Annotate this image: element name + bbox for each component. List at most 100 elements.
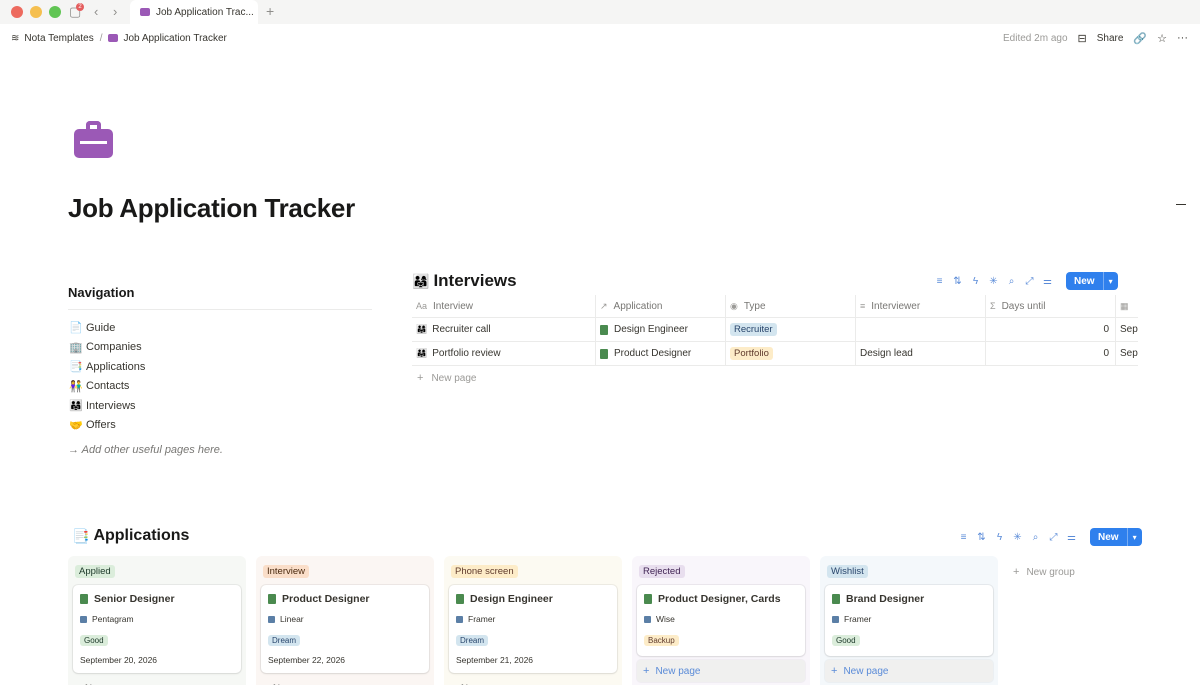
board-card[interactable]: Senior Designer Pentagram Good September… <box>73 585 241 673</box>
interview-cell[interactable]: 👨‍👩‍👧 Recruiter call <box>412 318 596 341</box>
settings-icon[interactable]: ⚌ <box>1067 532 1076 543</box>
column-header-date[interactable]: ▦ <box>1116 295 1138 317</box>
type-cell[interactable]: Portfolio <box>726 342 856 365</box>
priority-tag: Good <box>80 635 108 646</box>
zoom-window-button[interactable] <box>49 6 61 18</box>
table-of-contents-icon[interactable] <box>1176 204 1186 205</box>
new-interview-button[interactable]: New ▾ <box>1066 272 1118 290</box>
days-until-cell[interactable]: 0 <box>986 342 1116 365</box>
search-icon[interactable]: ⌕ <box>1031 532 1040 543</box>
column-header-days-until[interactable]: Σ Days until <box>986 295 1116 317</box>
star-icon[interactable]: ☆ <box>1157 32 1167 45</box>
link-icon[interactable]: 🔗 <box>1133 32 1147 45</box>
new-page-button[interactable]: +New page <box>637 660 805 682</box>
forward-icon[interactable]: › <box>113 4 117 19</box>
close-window-button[interactable] <box>11 6 23 18</box>
column-header-application[interactable]: ↗ Application <box>596 295 726 317</box>
new-page-button[interactable]: +New page <box>449 677 617 685</box>
interviewer-cell[interactable]: Design lead <box>856 342 986 365</box>
new-page-label: New page <box>655 665 701 677</box>
interviewer-cell[interactable] <box>856 318 986 341</box>
status-label[interactable]: Rejected <box>639 565 685 578</box>
days-until-cell[interactable]: 0 <box>986 318 1116 341</box>
board-column-wishlist: Wishlist Brand Designer Framer Good + New… <box>820 556 998 685</box>
minimize-window-button[interactable] <box>30 6 42 18</box>
new-page-button[interactable]: +New page <box>261 677 429 685</box>
more-icon[interactable]: ··· <box>1177 32 1188 44</box>
breadcrumb-workspace[interactable]: Nota Templates <box>24 33 93 44</box>
notification-badge: 2 <box>76 3 84 11</box>
column-header-type[interactable]: ◉ Type <box>726 295 856 317</box>
nav-item-contacts[interactable]: 👫 Contacts <box>69 377 145 397</box>
application-link[interactable]: Design Engineer <box>614 324 688 335</box>
sort-icon[interactable]: ⇅ <box>953 276 962 287</box>
new-page-label: New page <box>431 372 477 384</box>
priority-tag: Good <box>832 635 860 646</box>
nav-item-guide[interactable]: 📄 Guide <box>69 318 145 338</box>
chevron-down-icon[interactable]: ▾ <box>1102 272 1118 290</box>
new-group-button[interactable]: + New group <box>1013 566 1075 578</box>
new-page-button[interactable]: +New page <box>73 677 241 685</box>
date-cell[interactable]: Sep <box>1116 318 1138 341</box>
card-title: Design Engineer <box>470 593 553 605</box>
settings-icon[interactable]: ⚌ <box>1043 276 1052 287</box>
divider <box>68 309 372 310</box>
status-label[interactable]: Applied <box>75 565 115 578</box>
date-cell[interactable]: Sep <box>1116 342 1138 365</box>
priority-tag: Dream <box>456 635 489 646</box>
table-row[interactable]: 👨‍👩‍👧 Recruiter call Design Engineer Recr… <box>412 318 1138 342</box>
board-card[interactable]: Brand Designer Framer Good <box>825 585 993 656</box>
card-company[interactable]: Wise <box>656 614 675 624</box>
board-card[interactable]: Design Engineer Framer Dream September 2… <box>449 585 617 673</box>
share-icon[interactable]: ⊟ <box>1078 32 1087 45</box>
tab-job-application-tracker[interactable]: Job Application Trac... <box>130 0 258 24</box>
type-cell[interactable]: Recruiter <box>726 318 856 341</box>
board-card[interactable]: Product Designer Linear Dream September … <box>261 585 429 673</box>
nav-item-applications[interactable]: 📑 Applications <box>69 357 145 377</box>
application-link[interactable]: Product Designer <box>614 348 691 359</box>
application-cell[interactable]: Design Engineer <box>596 318 726 341</box>
automation-icon[interactable]: ϟ <box>971 276 980 287</box>
share-button[interactable]: Share <box>1097 33 1124 44</box>
table-row[interactable]: 👨‍👩‍👧 Portfolio review Product Designer P… <box>412 342 1138 366</box>
filter-icon[interactable]: ≡ <box>935 276 944 287</box>
card-company[interactable]: Linear <box>280 614 304 624</box>
search-icon[interactable]: ⌕ <box>1007 276 1016 287</box>
new-button-label[interactable]: New <box>1066 272 1103 290</box>
sort-icon[interactable]: ⇅ <box>977 532 986 543</box>
automation-icon[interactable]: ϟ <box>995 532 1004 543</box>
column-header-interviewer[interactable]: ≡ Interviewer <box>856 295 986 317</box>
expand-icon[interactable]: ⤢ <box>1049 532 1058 543</box>
expand-icon[interactable]: ⤢ <box>1025 276 1034 287</box>
card-company[interactable]: Framer <box>844 614 871 624</box>
nav-item-interviews[interactable]: 👨‍👩‍👧 Interviews <box>69 396 145 416</box>
column-header-interview[interactable]: Aa Interview <box>412 295 596 317</box>
interviews-heading[interactable]: 👨‍👩‍👧 Interviews <box>412 271 517 291</box>
new-button-label[interactable]: New <box>1090 528 1127 546</box>
ai-sparkle-icon[interactable]: ✳ <box>1013 532 1022 543</box>
building-icon <box>832 615 839 623</box>
ai-sparkle-icon[interactable]: ✳ <box>989 276 998 287</box>
interview-cell[interactable]: 👨‍👩‍👧 Portfolio review <box>412 342 596 365</box>
nav-item-companies[interactable]: 🏢 Companies <box>69 338 145 358</box>
briefcase-icon[interactable] <box>74 121 113 158</box>
breadcrumb-page[interactable]: Job Application Tracker <box>123 33 226 44</box>
board-card[interactable]: Product Designer, Cards Wise Backup <box>637 585 805 656</box>
filter-icon[interactable]: ≡ <box>959 532 968 543</box>
page-title[interactable]: Job Application Tracker <box>68 193 355 224</box>
new-page-row[interactable]: + New page <box>412 366 1138 390</box>
application-cell[interactable]: Product Designer <box>596 342 726 365</box>
back-icon[interactable]: ‹ <box>94 4 98 19</box>
applications-heading[interactable]: 📑 Applications <box>72 527 189 545</box>
status-label[interactable]: Interview <box>263 565 310 578</box>
nav-item-label: Companies <box>86 341 142 354</box>
card-company[interactable]: Pentagram <box>92 614 134 624</box>
nav-item-offers[interactable]: 🤝 Offers <box>69 416 145 436</box>
new-application-button[interactable]: New ▾ <box>1090 528 1142 546</box>
new-tab-icon[interactable]: + <box>266 3 274 19</box>
status-label[interactable]: Phone screen <box>451 565 518 578</box>
new-page-button[interactable]: +New page <box>825 660 993 682</box>
chevron-down-icon[interactable]: ▾ <box>1126 528 1142 546</box>
card-company[interactable]: Framer <box>468 614 495 624</box>
status-label[interactable]: Wishlist <box>827 565 868 578</box>
